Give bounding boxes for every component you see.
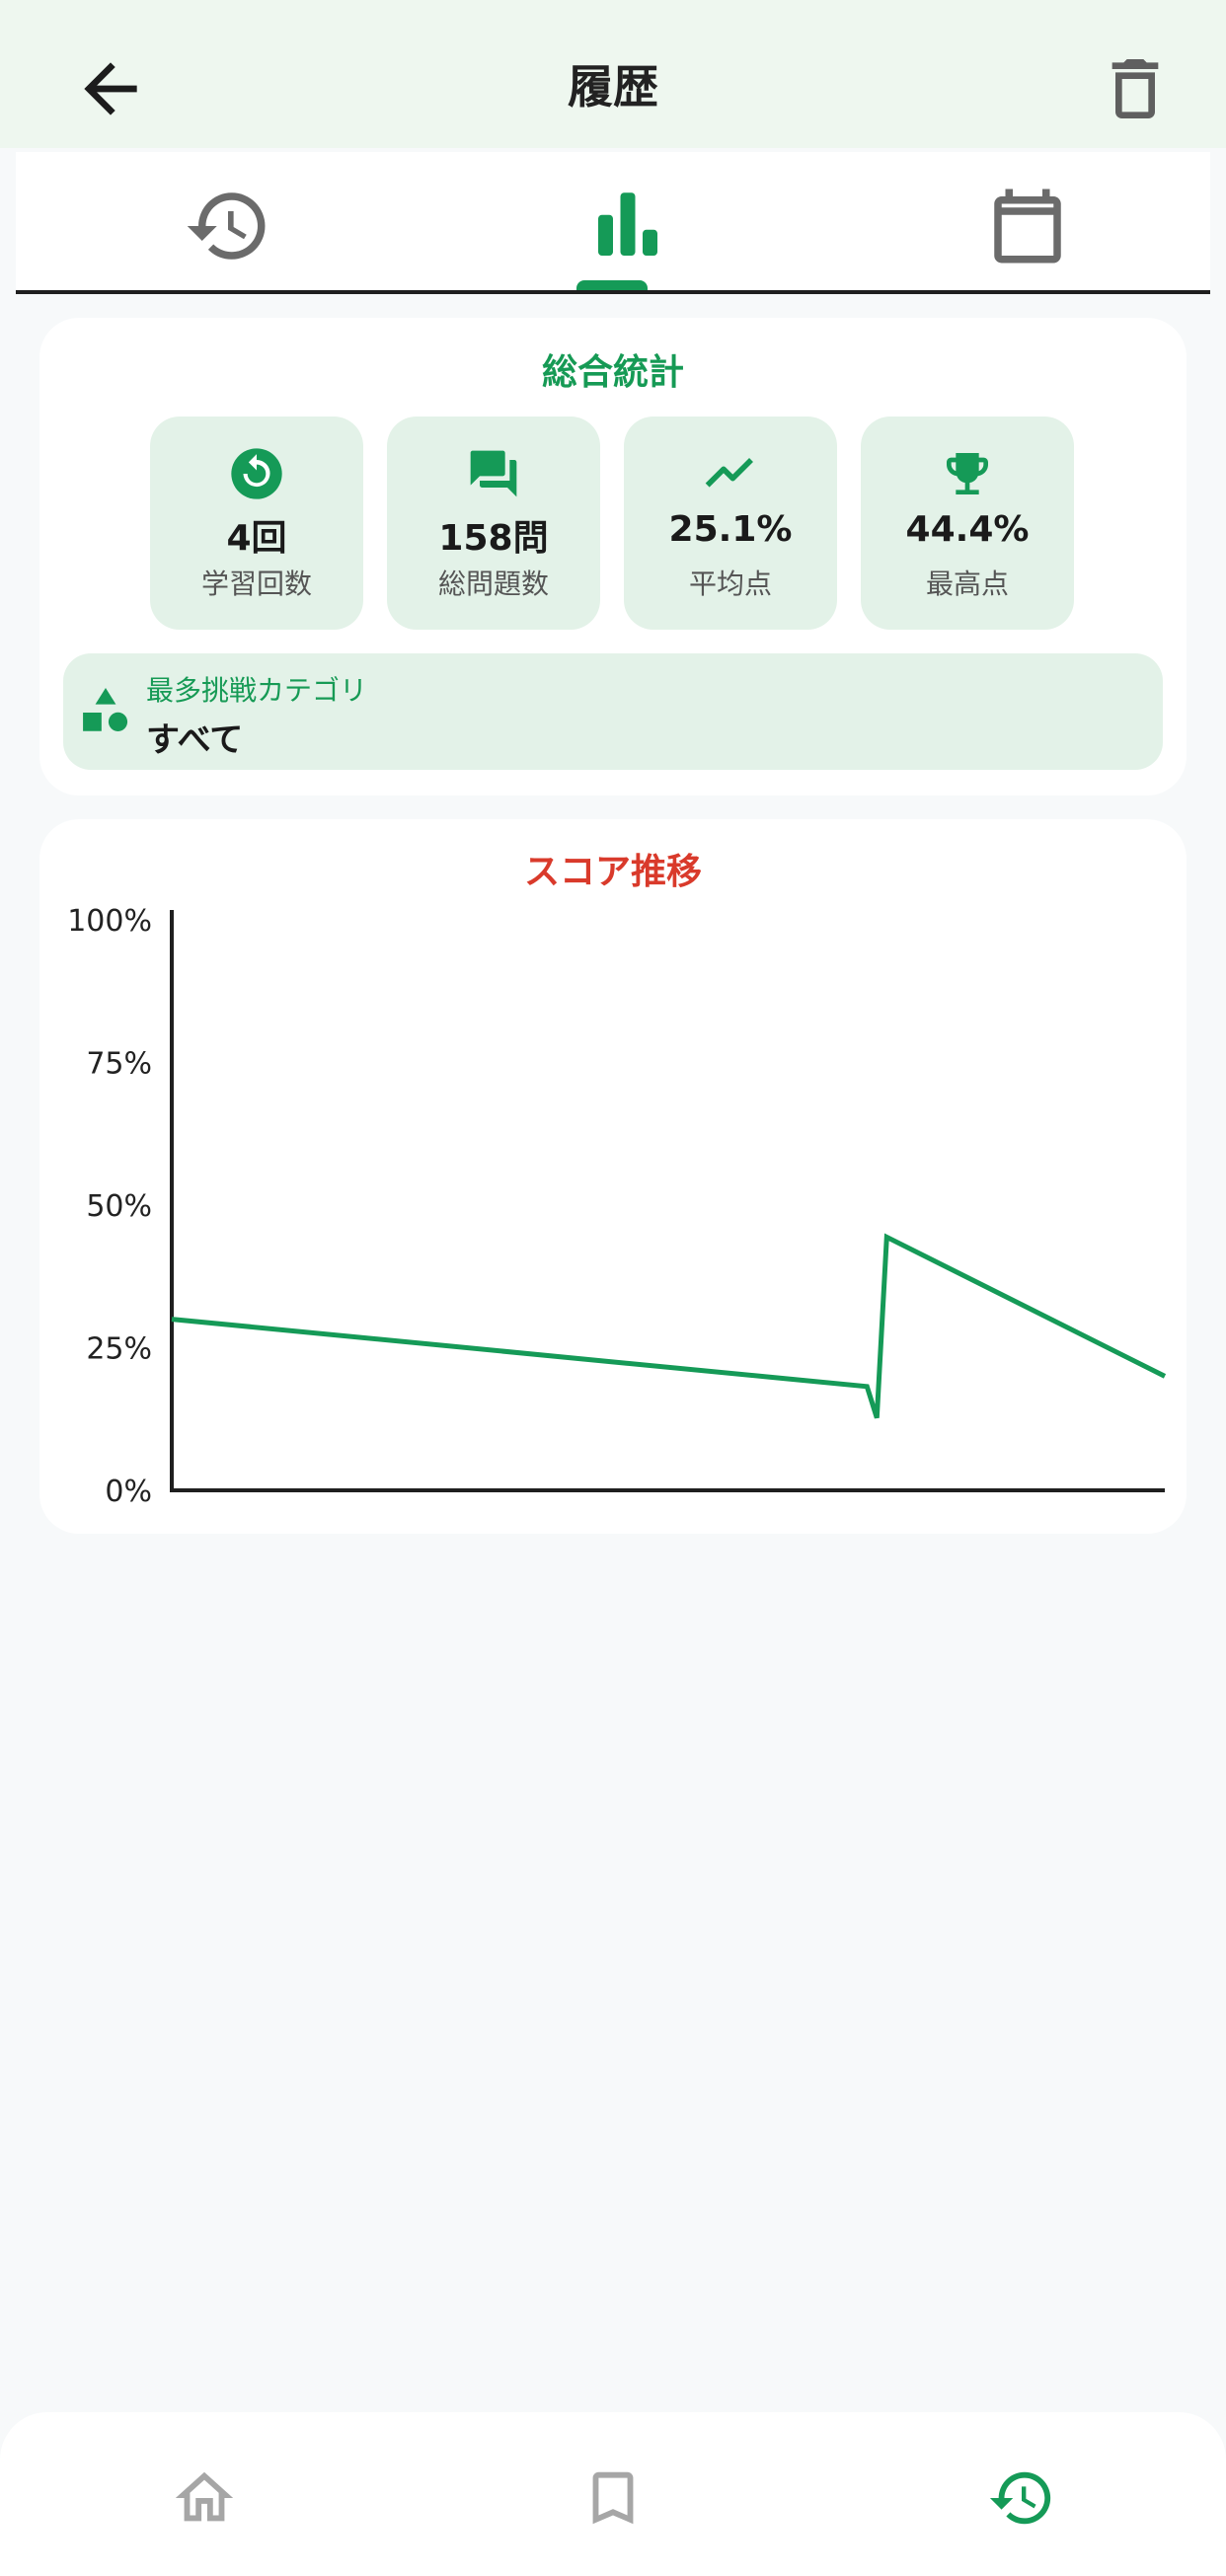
tab-calendar[interactable] [983, 182, 1072, 270]
nav-bookmark[interactable] [578, 2463, 648, 2533]
trending-up-icon [705, 458, 753, 488]
stat-label: 総問題数 [437, 568, 549, 600]
stat-label: 学習回数 [200, 568, 312, 600]
nav-home[interactable] [170, 2463, 239, 2533]
score-chart: 100% 75% 50% 25% 0% [67, 904, 1167, 1509]
history-icon [989, 2471, 1051, 2525]
stat-value: 25.1% [668, 509, 793, 550]
summary-title: 総合統計 [541, 352, 684, 393]
history-icon [187, 192, 266, 260]
bottom-navigation [0, 2412, 1226, 2576]
trophy-icon [947, 453, 988, 494]
stat-label: 最高点 [925, 568, 1009, 600]
y-tick-label: 50% [86, 1189, 152, 1224]
tab-divider [16, 290, 1210, 294]
app-root: 履歴 総合統計 4回 学習回数 158問 総問題数 25.1% 平均点 44.4… [0, 0, 1226, 2576]
stat-best-score: 44.4% 最高点 [861, 417, 1074, 630]
page-title: 履歴 [568, 60, 658, 114]
active-tab-indicator [576, 280, 648, 290]
top-category-value: すべて [146, 720, 244, 760]
y-tick-label: 0% [105, 1475, 152, 1509]
replay-icon [231, 448, 282, 499]
home-icon [175, 2471, 234, 2522]
y-tick-label: 25% [86, 1332, 152, 1367]
stat-study-count: 4回 学習回数 [150, 417, 363, 630]
bar-chart-icon [598, 192, 657, 256]
stat-value: 4回 [226, 518, 287, 559]
y-tick-label: 75% [86, 1047, 152, 1082]
app-bar: 履歴 [0, 0, 1226, 148]
trash-icon[interactable] [1096, 49, 1175, 128]
stat-value: 44.4% [905, 509, 1030, 550]
tab-stats[interactable] [583, 182, 672, 270]
stat-value: 158問 [438, 518, 549, 559]
nav-history[interactable] [987, 2463, 1056, 2533]
category-shapes-icon [83, 688, 128, 731]
bookmark-icon [592, 2471, 634, 2525]
stats-row: 4回 学習回数 158問 総問題数 25.1% 平均点 44.4% 最高点 [150, 417, 1078, 630]
tab-bar [16, 152, 1210, 294]
top-category-box: 最多挑戦カテゴリ すべて [63, 653, 1163, 770]
top-category-label: 最多挑戦カテゴリ [146, 674, 368, 707]
stat-average-score: 25.1% 平均点 [624, 417, 837, 630]
forum-icon [470, 450, 517, 497]
score-series-line [171, 1233, 1167, 1419]
summary-card: 総合統計 4回 学習回数 158問 総問題数 25.1% 平均点 44.4% 最… [39, 318, 1187, 796]
tab-history[interactable] [184, 182, 272, 270]
y-tick-label: 100% [67, 904, 152, 939]
score-chart-card: スコア推移 100% 75% 50% 25% 0% [39, 819, 1187, 1534]
calendar-icon [994, 189, 1061, 264]
stat-total-questions: 158問 総問題数 [387, 417, 600, 630]
stat-label: 平均点 [688, 568, 772, 600]
chart-axes [170, 910, 1165, 1492]
